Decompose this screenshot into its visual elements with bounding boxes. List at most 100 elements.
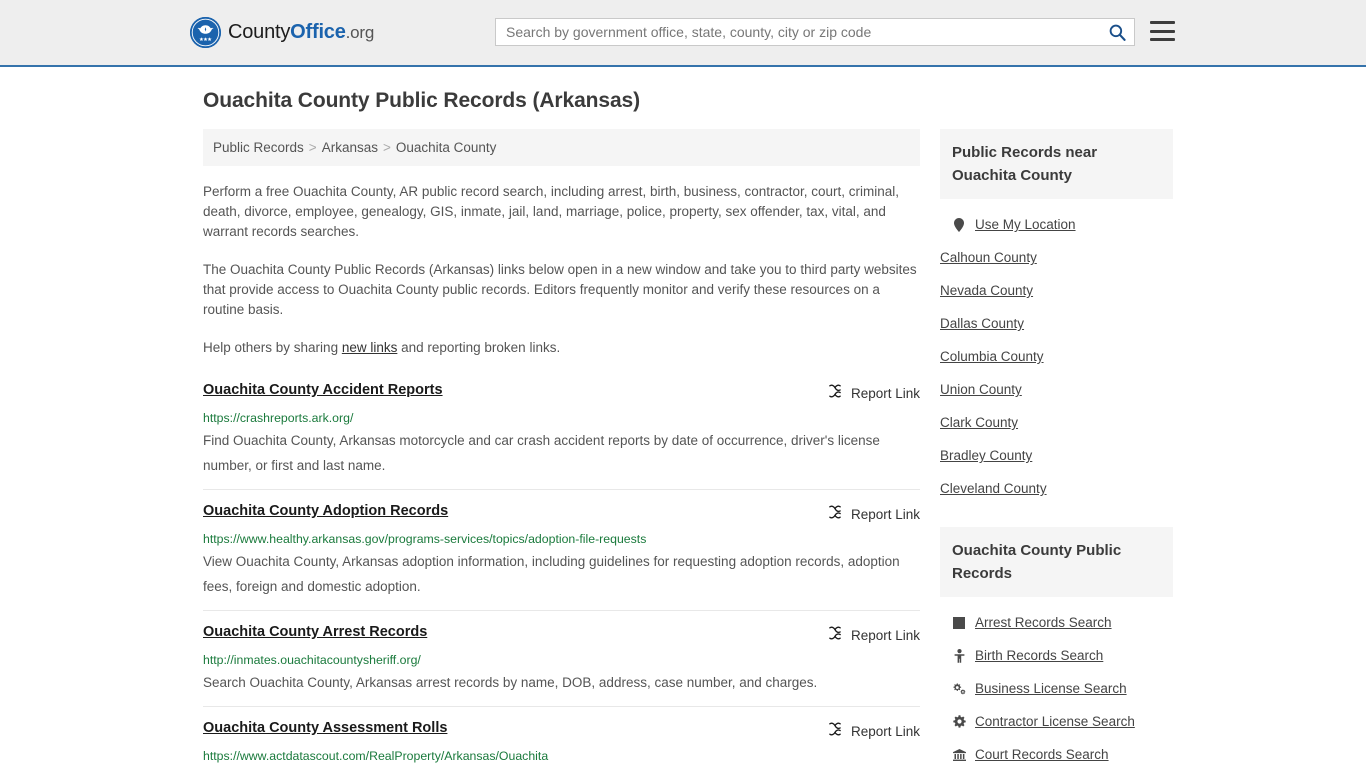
result-header: Ouachita County Accident Reports Report L… bbox=[203, 382, 920, 404]
result-header: Ouachita County Assessment Rolls Report L… bbox=[203, 720, 920, 742]
sidebar-item-use-my-location[interactable]: Use My Location bbox=[940, 208, 1173, 241]
sidebar-record-label[interactable]: Birth Records Search bbox=[975, 648, 1103, 663]
intro-paragraph-1: Perform a free Ouachita County, AR publi… bbox=[203, 184, 900, 239]
breadcrumb-separator: > bbox=[382, 140, 391, 155]
page-title: Ouachita County Public Records (Arkansas… bbox=[203, 89, 641, 112]
site-logo[interactable]: CountyOffice.org bbox=[190, 17, 374, 48]
result-url[interactable]: http://inmates.ouachitacountysheriff.org… bbox=[203, 653, 920, 667]
report-link-label: Report Link bbox=[850, 386, 920, 401]
sidebar-county-item[interactable]: Dallas County bbox=[940, 307, 1173, 340]
sidebar-records-list: Arrest Records Search Birth Records Searc… bbox=[940, 597, 1173, 768]
hamburger-menu-icon[interactable] bbox=[1150, 21, 1175, 41]
page-container: Ouachita County Public Records (Arkansas… bbox=[0, 89, 1366, 768]
intro-p3-before: Help others by sharing bbox=[203, 340, 342, 355]
sidebar-county-list: Calhoun County Nevada County Dallas County… bbox=[940, 241, 1173, 505]
result-item: Ouachita County Arrest Records Report Lin… bbox=[203, 610, 920, 706]
result-item: Ouachita County Accident Reports Report L… bbox=[203, 376, 920, 489]
sidebar-county-label[interactable]: Calhoun County bbox=[940, 250, 1037, 265]
broken-chain-icon bbox=[827, 504, 843, 525]
content-columns: Public Records > Arkansas > Ouachita County … bbox=[203, 129, 1176, 768]
result-item: Ouachita County Adoption Records Report L… bbox=[203, 489, 920, 610]
result-title-link[interactable]: Ouachita County Accident Reports bbox=[203, 382, 443, 398]
sidebar-record-label[interactable]: Arrest Records Search bbox=[975, 615, 1112, 630]
sidebar-record-item[interactable]: Contractor License Search bbox=[940, 705, 1173, 738]
eagle-seal-icon bbox=[190, 17, 221, 48]
sidebar-county-item[interactable]: Clark County bbox=[940, 406, 1173, 439]
sidebar-county-item[interactable]: Nevada County bbox=[940, 274, 1173, 307]
hamburger-bar bbox=[1150, 38, 1175, 41]
sidebar-county-label[interactable]: Columbia County bbox=[940, 349, 1044, 364]
sidebar-record-item[interactable]: Birth Records Search bbox=[940, 639, 1173, 672]
result-title-link[interactable]: Ouachita County Arrest Records bbox=[203, 624, 427, 640]
report-link-label: Report Link bbox=[850, 507, 920, 522]
sidebar-county-item[interactable]: Union County bbox=[940, 373, 1173, 406]
main-content: Public Records > Arkansas > Ouachita County … bbox=[203, 129, 920, 768]
report-link-label: Report Link bbox=[850, 724, 920, 739]
hamburger-bar bbox=[1150, 21, 1175, 24]
breadcrumb-item-public-records[interactable]: Public Records bbox=[213, 140, 304, 155]
breadcrumb-item-arkansas[interactable]: Arkansas bbox=[322, 140, 378, 155]
sidebar-county-item[interactable]: Calhoun County bbox=[940, 241, 1173, 274]
gears-icon bbox=[952, 682, 966, 695]
sidebar-county-label[interactable]: Nevada County bbox=[940, 283, 1033, 298]
sidebar-records-title: Ouachita County Public Records bbox=[940, 527, 1173, 597]
new-links-link[interactable]: new links bbox=[342, 340, 398, 355]
result-description: View Ouachita County, Arkansas adoption … bbox=[203, 554, 900, 594]
sidebar-county-item[interactable]: Bradley County bbox=[940, 439, 1173, 472]
logo-text-office: Office bbox=[290, 21, 346, 43]
sidebar-county-label[interactable]: Cleveland County bbox=[940, 481, 1047, 496]
sidebar-county-label[interactable]: Dallas County bbox=[940, 316, 1024, 331]
broken-chain-icon bbox=[827, 721, 843, 742]
breadcrumb-separator: > bbox=[308, 140, 317, 155]
result-description: Find Ouachita County, Arkansas motorcycl… bbox=[203, 433, 880, 473]
location-pin-icon bbox=[952, 217, 966, 232]
result-title-link[interactable]: Ouachita County Adoption Records bbox=[203, 503, 448, 519]
sidebar-record-item[interactable]: Business License Search bbox=[940, 672, 1173, 705]
sidebar: Public Records near Ouachita County Use … bbox=[940, 129, 1173, 768]
result-url[interactable]: https://www.healthy.arkansas.gov/program… bbox=[203, 532, 920, 546]
sidebar-nearby-list: Use My Location Calhoun County Nevada Cou… bbox=[940, 199, 1173, 509]
report-link-button[interactable]: Report Link bbox=[827, 504, 920, 525]
broken-chain-icon bbox=[827, 625, 843, 646]
site-header: CountyOffice.org bbox=[0, 0, 1366, 67]
sidebar-nearby-title: Public Records near Ouachita County bbox=[940, 129, 1173, 199]
search-bar[interactable] bbox=[495, 18, 1135, 46]
report-link-button[interactable]: Report Link bbox=[827, 721, 920, 742]
broken-chain-icon bbox=[827, 383, 843, 404]
baby-icon bbox=[952, 648, 966, 663]
result-url[interactable]: https://www.actdatascout.com/RealPropert… bbox=[203, 749, 920, 763]
sidebar-record-label[interactable]: Business License Search bbox=[975, 681, 1127, 696]
logo-text-county: County bbox=[228, 21, 291, 43]
report-link-button[interactable]: Report Link bbox=[827, 625, 920, 646]
courthouse-icon bbox=[952, 748, 966, 761]
report-link-label: Report Link bbox=[850, 628, 920, 643]
sidebar-record-label[interactable]: Contractor License Search bbox=[975, 714, 1135, 729]
result-description: Search Ouachita County, Arkansas arrest … bbox=[203, 675, 818, 690]
search-input[interactable] bbox=[496, 19, 1100, 45]
sidebar-county-item[interactable]: Cleveland County bbox=[940, 472, 1173, 505]
sidebar-county-label[interactable]: Union County bbox=[940, 382, 1022, 397]
sidebar-county-label[interactable]: Clark County bbox=[940, 415, 1018, 430]
search-icon[interactable] bbox=[1100, 19, 1134, 45]
breadcrumb-item-ouachita-county[interactable]: Ouachita County bbox=[396, 140, 497, 155]
sidebar-records-section: Ouachita County Public Records Arrest Re… bbox=[940, 527, 1173, 768]
sidebar-record-label[interactable]: Court Records Search bbox=[975, 747, 1109, 762]
sidebar-county-item[interactable]: Columbia County bbox=[940, 340, 1173, 373]
result-header: Ouachita County Adoption Records Report L… bbox=[203, 503, 920, 525]
report-link-button[interactable]: Report Link bbox=[827, 383, 920, 404]
sidebar-county-label[interactable]: Bradley County bbox=[940, 448, 1032, 463]
sidebar-record-item[interactable]: Court Records Search bbox=[940, 738, 1173, 768]
square-icon bbox=[952, 616, 966, 629]
sidebar-record-item[interactable]: Arrest Records Search bbox=[940, 606, 1173, 639]
breadcrumb: Public Records > Arkansas > Ouachita County bbox=[203, 129, 920, 166]
gear-icon bbox=[952, 715, 966, 728]
intro-p3-after: and reporting broken links. bbox=[397, 340, 561, 355]
intro-paragraph-3: Help others by sharing new links and rep… bbox=[203, 338, 920, 358]
result-item: Ouachita County Assessment Rolls Report L… bbox=[203, 706, 920, 768]
sidebar-use-my-location-label[interactable]: Use My Location bbox=[975, 217, 1076, 232]
logo-wordmark: CountyOffice.org bbox=[228, 21, 374, 44]
result-url[interactable]: https://crashreports.ark.org/ bbox=[203, 411, 920, 425]
result-header: Ouachita County Arrest Records Report Lin… bbox=[203, 624, 920, 646]
intro-text: Perform a free Ouachita County, AR publi… bbox=[203, 182, 920, 358]
result-title-link[interactable]: Ouachita County Assessment Rolls bbox=[203, 720, 447, 736]
